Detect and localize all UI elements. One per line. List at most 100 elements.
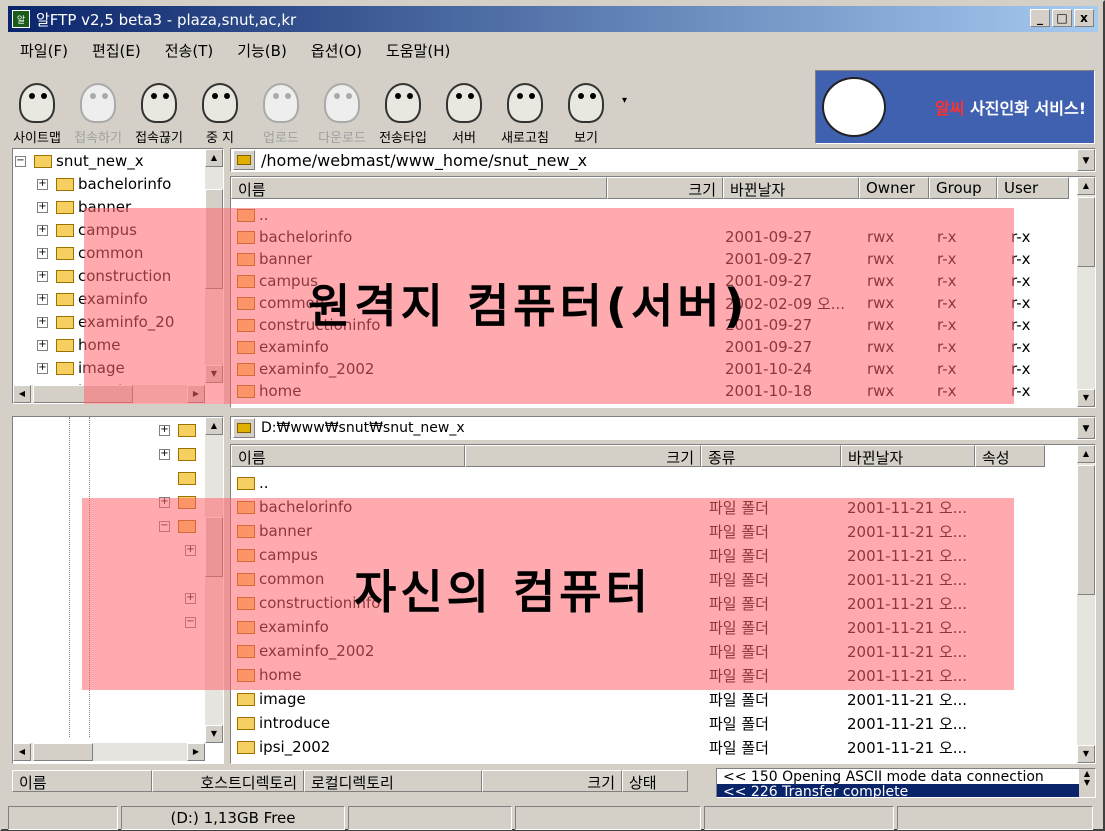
queue-col-local-dir[interactable]: 로컬디렉토리: [304, 770, 482, 792]
remote-tree-hscroll[interactable]: ◀ ▶: [13, 385, 205, 403]
list-item[interactable]: banner: [233, 519, 312, 543]
upload-button[interactable]: 업로드: [252, 72, 310, 146]
stop-button[interactable]: 중 지: [191, 72, 249, 146]
list-item[interactable]: ipsi_2002: [233, 735, 330, 759]
col-owner[interactable]: Owner: [859, 177, 929, 199]
scroll-down-arrow-icon[interactable]: ▼: [205, 365, 223, 383]
tree-item[interactable]: + common: [37, 242, 143, 264]
scroll-thumb[interactable]: [205, 189, 223, 289]
list-item[interactable]: bachelorinfo: [233, 225, 352, 249]
scroll-thumb[interactable]: [1077, 197, 1095, 267]
parent-folder-button[interactable]: [233, 150, 255, 170]
refresh-button[interactable]: 새로고침: [496, 72, 554, 146]
ad-banner[interactable]: 알씨 사진인화 서비스!: [815, 70, 1095, 144]
list-item[interactable]: image: [233, 687, 306, 711]
tree-item[interactable]: + image: [37, 357, 125, 379]
tree-item[interactable]: + campus: [37, 219, 137, 241]
close-button[interactable]: x: [1074, 9, 1094, 27]
queue-col-host-dir[interactable]: 호스트디렉토리: [152, 770, 304, 792]
col-attr[interactable]: 속성: [975, 445, 1045, 467]
tree-item[interactable]: + home: [37, 334, 121, 356]
cell-group: r-x: [937, 360, 957, 378]
remote-tree-vscroll[interactable]: ▲ ▼: [205, 149, 223, 383]
col-date[interactable]: 바뀐날자: [841, 445, 975, 467]
local-list-vscroll[interactable]: ▲ ▼: [1077, 445, 1095, 763]
server-button[interactable]: 서버: [435, 72, 493, 146]
parent-folder-button[interactable]: [233, 418, 255, 438]
scroll-right-arrow-icon[interactable]: ▶: [187, 385, 205, 403]
maximize-button[interactable]: □: [1052, 9, 1072, 27]
queue-col-status[interactable]: 상태: [622, 770, 688, 792]
scroll-left-arrow-icon[interactable]: ◀: [13, 743, 31, 761]
col-user[interactable]: User: [997, 177, 1069, 199]
list-item[interactable]: ..: [233, 203, 269, 227]
tree-item[interactable]: + banner: [37, 196, 131, 218]
list-item[interactable]: examinfo: [233, 335, 329, 359]
list-item[interactable]: home: [233, 379, 302, 403]
menu-transfer[interactable]: 전송(T): [153, 38, 225, 64]
menu-help[interactable]: 도움말(H): [374, 38, 462, 64]
scroll-up-arrow-icon[interactable]: ▲: [1077, 445, 1095, 463]
col-size[interactable]: 크기: [607, 177, 723, 199]
scroll-left-arrow-icon[interactable]: ◀: [13, 385, 31, 403]
menu-edit[interactable]: 편집(E): [80, 38, 153, 64]
list-item[interactable]: common: [233, 567, 324, 591]
connect-button[interactable]: 접속하기: [69, 72, 127, 146]
list-item[interactable]: home: [233, 663, 302, 687]
title-bar[interactable]: 알 알FTP v2,5 beta3 - plaza,snut,ac,kr _ □…: [8, 6, 1098, 32]
list-item[interactable]: banner: [233, 247, 312, 271]
local-path-bar[interactable]: D:₩www₩snut₩snut_new_x ▼: [230, 416, 1096, 440]
tree-item[interactable]: + bachelorinfo: [37, 173, 171, 195]
menu-file[interactable]: 파일(F): [8, 38, 80, 64]
log-line-selected[interactable]: << 226 Transfer complete: [717, 784, 1079, 797]
scroll-up-arrow-icon[interactable]: ▲: [205, 417, 223, 435]
scroll-up-arrow-icon[interactable]: ▲: [1077, 177, 1095, 195]
list-item[interactable]: ..: [233, 471, 269, 495]
remote-list-vscroll[interactable]: ▲ ▼: [1077, 177, 1095, 407]
list-item[interactable]: bachelorinfo: [233, 495, 352, 519]
list-item[interactable]: campus: [233, 543, 318, 567]
scroll-thumb[interactable]: [33, 385, 133, 403]
tree-root[interactable]: − snut_new_x: [15, 150, 144, 172]
scroll-down-arrow-icon[interactable]: ▼: [1077, 389, 1095, 407]
list-item[interactable]: examinfo_2002: [233, 357, 374, 381]
scroll-thumb[interactable]: [1077, 465, 1095, 595]
view-button[interactable]: 보기: [557, 72, 615, 146]
log-scroll-icon[interactable]: ▲ ▼: [1079, 769, 1095, 797]
menu-function[interactable]: 기능(B): [225, 38, 299, 64]
scroll-down-arrow-icon[interactable]: ▼: [205, 725, 223, 743]
list-item[interactable]: introduce: [233, 711, 330, 735]
transfer-type-button[interactable]: 전송타입: [374, 72, 432, 146]
local-tree-vscroll[interactable]: ▲ ▼: [205, 417, 223, 743]
path-dropdown-icon[interactable]: ▼: [1077, 149, 1095, 171]
col-name[interactable]: 이름: [231, 445, 465, 467]
local-tree-hscroll[interactable]: ◀ ▶: [13, 743, 205, 761]
disconnect-button[interactable]: 접속끊기: [130, 72, 188, 146]
cell-date: 2001-09-27: [725, 228, 813, 246]
menu-options[interactable]: 옵션(O): [299, 38, 374, 64]
tree-item[interactable]: + examinfo_20: [37, 311, 174, 333]
path-dropdown-icon[interactable]: ▼: [1077, 417, 1095, 439]
scroll-thumb[interactable]: [33, 743, 93, 761]
sitemap-button[interactable]: 사이트맵: [8, 72, 66, 146]
col-group[interactable]: Group: [929, 177, 997, 199]
list-item[interactable]: examinfo_2002: [233, 639, 374, 663]
col-name[interactable]: 이름: [231, 177, 607, 199]
scroll-down-arrow-icon[interactable]: ▼: [1077, 745, 1095, 763]
col-type[interactable]: 종류: [701, 445, 841, 467]
minimize-button[interactable]: _: [1030, 9, 1050, 27]
remote-path-bar[interactable]: /home/webmast/www_home/snut_new_x ▼: [230, 148, 1096, 172]
scroll-right-arrow-icon[interactable]: ▶: [187, 743, 205, 761]
queue-col-name[interactable]: 이름: [12, 770, 152, 792]
list-item[interactable]: examinfo: [233, 615, 329, 639]
tree-item[interactable]: + examinfo: [37, 288, 148, 310]
view-dropdown-arrow-icon[interactable]: ▾: [622, 95, 627, 106]
scroll-thumb[interactable]: [205, 517, 223, 577]
queue-col-size[interactable]: 크기: [482, 770, 622, 792]
tree-item[interactable]: + construction: [37, 265, 171, 287]
scroll-up-arrow-icon[interactable]: ▲: [205, 149, 223, 167]
list-item[interactable]: campus: [233, 269, 318, 293]
download-button[interactable]: 다운로드: [313, 72, 371, 146]
col-size[interactable]: 크기: [465, 445, 701, 467]
col-date[interactable]: 바뀐날자: [723, 177, 859, 199]
